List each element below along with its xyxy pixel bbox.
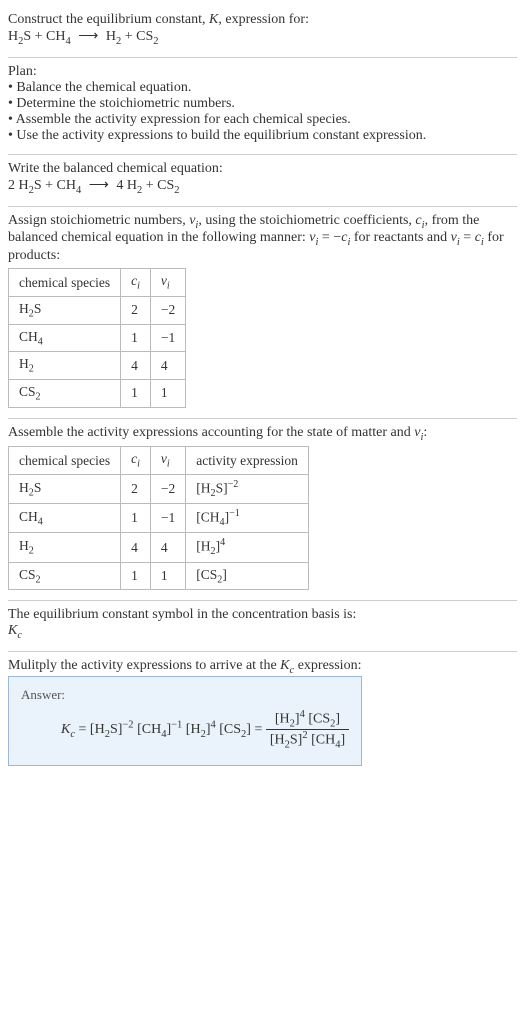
table-row: CS2 1 1 <box>9 379 186 407</box>
species-cell: H2 <box>9 533 121 562</box>
table-row: chemical species ci νi <box>9 269 186 297</box>
activity-block: Assemble the activity expressions accoun… <box>8 421 517 599</box>
ci-cell: 2 <box>121 296 151 324</box>
kc-expression: Kc = [H2S]−2 [CH4]−1 [H2]4 [CS2] = [H2]4… <box>21 709 349 751</box>
col-header: ci <box>121 269 151 297</box>
plan-item: • Use the activity expressions to build … <box>8 128 517 144</box>
multiply-block: Mulitply the activity expressions to arr… <box>8 654 517 774</box>
table-row: H2 4 4 [H2]4 <box>9 533 309 562</box>
balanced-block: Write the balanced chemical equation: 2 … <box>8 157 517 204</box>
prompt-block: Construct the equilibrium constant, K, e… <box>8 8 517 55</box>
plan-item: • Assemble the activity expression for e… <box>8 112 517 128</box>
kc-symbol: Kc <box>8 623 517 641</box>
nui-cell: 1 <box>150 379 185 407</box>
species-cell: H2 <box>9 352 121 380</box>
col-header: νi <box>150 447 185 475</box>
activity-cell: [H2S]−2 <box>186 475 309 504</box>
fraction-denominator: [H2S]2 [CH4] <box>266 730 349 750</box>
stoich-text: Assign stoichiometric numbers, νi, using… <box>8 213 517 265</box>
table-row: CH4 1 −1 <box>9 324 186 352</box>
answer-box: Answer: Kc = [H2S]−2 [CH4]−1 [H2]4 [CS2]… <box>8 676 362 766</box>
divider <box>8 418 517 419</box>
divider <box>8 206 517 207</box>
ci-cell: 1 <box>121 324 151 352</box>
species-cell: H2S <box>9 475 121 504</box>
nui-cell: 1 <box>150 562 185 590</box>
fraction: [H2]4 [CS2] [H2S]2 [CH4] <box>266 709 349 751</box>
ci-cell: 1 <box>121 504 151 533</box>
ci-cell: 4 <box>121 352 151 380</box>
activity-cell: [CS2] <box>186 562 309 590</box>
plan-item: • Determine the stoichiometric numbers. <box>8 96 517 112</box>
ci-cell: 1 <box>121 562 151 590</box>
table-row: H2S 2 −2 <box>9 296 186 324</box>
nui-cell: −1 <box>150 504 185 533</box>
table-row: H2S 2 −2 [H2S]−2 <box>9 475 309 504</box>
species-cell: CH4 <box>9 504 121 533</box>
plan-label: Plan: <box>8 64 517 80</box>
col-header: activity expression <box>186 447 309 475</box>
balanced-label: Write the balanced chemical equation: <box>8 161 517 177</box>
plan-block: Plan: • Balance the chemical equation. •… <box>8 60 517 152</box>
col-header: νi <box>150 269 185 297</box>
stoich-table: chemical species ci νi H2S 2 −2 CH4 1 −1… <box>8 268 186 407</box>
divider <box>8 651 517 652</box>
species-cell: H2S <box>9 296 121 324</box>
prompt-title: Construct the equilibrium constant, K, e… <box>8 12 517 28</box>
table-row: CS2 1 1 [CS2] <box>9 562 309 590</box>
nui-cell: 4 <box>150 533 185 562</box>
ci-cell: 2 <box>121 475 151 504</box>
nui-cell: −1 <box>150 324 185 352</box>
col-header: chemical species <box>9 447 121 475</box>
symbol-text: The equilibrium constant symbol in the c… <box>8 607 517 623</box>
species-cell: CS2 <box>9 562 121 590</box>
fraction-numerator: [H2]4 [CS2] <box>266 709 349 730</box>
plan-item: • Balance the chemical equation. <box>8 80 517 96</box>
activity-table: chemical species ci νi activity expressi… <box>8 446 309 590</box>
col-header: ci <box>121 447 151 475</box>
unbalanced-equation: H2S + CH4 ⟶ H2 + CS2 <box>8 28 517 47</box>
answer-label: Answer: <box>21 687 349 703</box>
nui-cell: 4 <box>150 352 185 380</box>
divider <box>8 57 517 58</box>
ci-cell: 1 <box>121 379 151 407</box>
species-cell: CS2 <box>9 379 121 407</box>
multiply-text: Mulitply the activity expressions to arr… <box>8 658 517 676</box>
table-row: H2 4 4 <box>9 352 186 380</box>
table-row: CH4 1 −1 [CH4]−1 <box>9 504 309 533</box>
activity-cell: [CH4]−1 <box>186 504 309 533</box>
ci-cell: 4 <box>121 533 151 562</box>
nui-cell: −2 <box>150 296 185 324</box>
table-row: chemical species ci νi activity expressi… <box>9 447 309 475</box>
activity-cell: [H2]4 <box>186 533 309 562</box>
col-header: chemical species <box>9 269 121 297</box>
divider <box>8 600 517 601</box>
stoich-block: Assign stoichiometric numbers, νi, using… <box>8 209 517 416</box>
species-cell: CH4 <box>9 324 121 352</box>
divider <box>8 154 517 155</box>
symbol-block: The equilibrium constant symbol in the c… <box>8 603 517 649</box>
nui-cell: −2 <box>150 475 185 504</box>
activity-text: Assemble the activity expressions accoun… <box>8 425 517 443</box>
balanced-equation: 2 H2S + CH4 ⟶ 4 H2 + CS2 <box>8 177 517 196</box>
